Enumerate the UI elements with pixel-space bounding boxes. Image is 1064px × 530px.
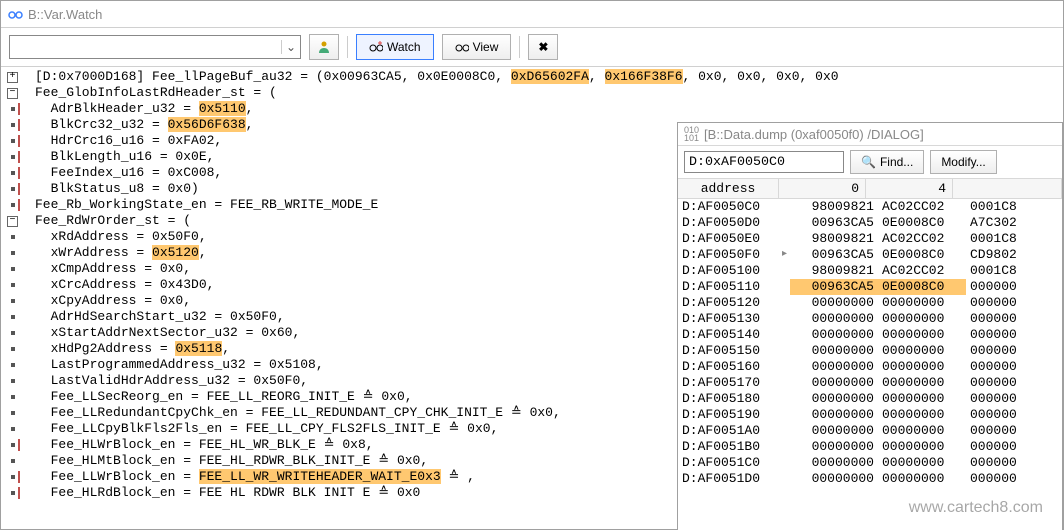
bullet-icon (11, 395, 15, 399)
bullet-icon (11, 107, 15, 111)
dump-title: [B::Data.dump (0xaf0050f0) /DIALOG] (704, 127, 924, 142)
bullet-icon (11, 379, 15, 383)
bullet-icon (11, 235, 15, 239)
dump-row[interactable]: D:AF0051200000000000000000000000 (678, 295, 1062, 311)
dump-header: address 0 4 (678, 179, 1062, 199)
separator (519, 36, 520, 58)
dump-row[interactable]: D:AF0051A00000000000000000000000 (678, 423, 1062, 439)
bullet-icon (11, 427, 15, 431)
main-body: +[D:0x7000D168] Fee_llPageBuf_au32 = (0x… (1, 67, 1063, 530)
bullet-icon (11, 491, 15, 495)
dump-row[interactable]: D:AF0051300000000000000000000000 (678, 311, 1062, 327)
bullet-icon (11, 331, 15, 335)
bullet-icon (11, 347, 15, 351)
person-icon (317, 40, 331, 54)
person-button[interactable] (309, 34, 339, 60)
bullet-icon (11, 251, 15, 255)
bullet-icon (11, 171, 15, 175)
address-input[interactable] (684, 151, 844, 173)
watch-button[interactable]: Watch (356, 34, 434, 60)
close-button[interactable]: ✖ (528, 34, 558, 60)
dump-toolbar: 🔍 Find... Modify... (678, 146, 1062, 179)
dump-row[interactable]: D:AF0050C098009821AC02CC020001C8 (678, 199, 1062, 215)
bullet-icon (11, 139, 15, 143)
watch-line[interactable]: +[D:0x7000D168] Fee_llPageBuf_au32 = (0x… (5, 69, 1059, 85)
dump-row[interactable]: D:AF0051B00000000000000000000000 (678, 439, 1062, 455)
modify-button[interactable]: Modify... (930, 150, 996, 174)
search-icon: 🔍 (861, 155, 876, 169)
watch-line[interactable]: AdrBlkHeader_u32 = 0x5110, (5, 101, 1059, 117)
glasses-icon (455, 41, 469, 53)
change-bar-icon (18, 199, 20, 211)
dump-row[interactable]: D:AF0050E098009821AC02CC020001C8 (678, 231, 1062, 247)
dump-row[interactable]: D:AF0051C00000000000000000000000 (678, 455, 1062, 471)
collapse-icon[interactable]: − (7, 88, 18, 99)
change-bar-icon (18, 103, 20, 115)
change-bar-icon (18, 135, 20, 147)
chevron-down-icon[interactable]: ⌄ (281, 40, 300, 54)
change-bar-icon (18, 151, 20, 163)
dump-row[interactable]: D:AF0051900000000000000000000000 (678, 407, 1062, 423)
dump-row[interactable]: D:AF0050D000963CA50E0008C0A7C302 (678, 215, 1062, 231)
bullet-icon (11, 315, 15, 319)
change-bar-icon (18, 183, 20, 195)
dump-row[interactable]: D:AF0051400000000000000000000000 (678, 327, 1062, 343)
bullet-icon (11, 203, 15, 207)
watch-line[interactable]: −Fee_GlobInfoLastRdHeader_st = ( (5, 85, 1059, 101)
bullet-icon (11, 283, 15, 287)
close-icon: ✖ (538, 40, 548, 54)
change-bar-icon (18, 487, 20, 499)
change-bar-icon (18, 167, 20, 179)
bullet-icon (11, 443, 15, 447)
expand-icon[interactable]: + (7, 72, 18, 83)
bullet-icon (11, 411, 15, 415)
bullet-icon (11, 475, 15, 479)
change-bar-icon (18, 439, 20, 451)
bullet-icon (11, 123, 15, 127)
bullet-icon (11, 363, 15, 367)
bullet-icon (11, 187, 15, 191)
main-window: B::Var.Watch ⌄ Watch View ✖ +[D:0x7000D1… (0, 0, 1064, 530)
find-button[interactable]: 🔍 Find... (850, 150, 924, 174)
dump-row[interactable]: D:AF00511000963CA50E0008C0000000 (678, 279, 1062, 295)
view-button[interactable]: View (442, 34, 512, 60)
dump-row[interactable]: D:AF0051500000000000000000000000 (678, 343, 1062, 359)
bullet-icon (11, 155, 15, 159)
dump-row[interactable]: D:AF0050F0▸00963CA50E0008C0CD9802 (678, 247, 1062, 263)
bullet-icon (11, 267, 15, 271)
dump-row[interactable]: D:AF0051600000000000000000000000 (678, 359, 1062, 375)
collapse-icon[interactable]: − (7, 216, 18, 227)
change-bar-icon (18, 119, 20, 131)
dump-titlebar[interactable]: 010101 [B::Data.dump (0xaf0050f0) /DIALO… (678, 123, 1062, 146)
dump-row[interactable]: D:AF0051D00000000000000000000000 (678, 471, 1062, 487)
dump-row[interactable]: D:AF0051800000000000000000000000 (678, 391, 1062, 407)
binary-icon: 010101 (684, 126, 699, 142)
dump-row[interactable]: D:AF0051700000000000000000000000 (678, 375, 1062, 391)
main-title: B::Var.Watch (28, 7, 102, 22)
dump-window: 010101 [B::Data.dump (0xaf0050f0) /DIALO… (677, 122, 1063, 530)
change-bar-icon (18, 471, 20, 483)
separator (347, 36, 348, 58)
expression-combo[interactable]: ⌄ (9, 35, 301, 59)
bullet-icon (11, 299, 15, 303)
glasses-icon (7, 6, 23, 22)
glasses-plus-icon (369, 41, 383, 53)
main-toolbar: ⌄ Watch View ✖ (1, 28, 1063, 67)
main-titlebar[interactable]: B::Var.Watch (1, 1, 1063, 28)
dump-row[interactable]: D:AF00510098009821AC02CC020001C8 (678, 263, 1062, 279)
dump-rows[interactable]: D:AF0050C098009821AC02CC020001C8D:AF0050… (678, 199, 1062, 487)
bullet-icon (11, 459, 15, 463)
